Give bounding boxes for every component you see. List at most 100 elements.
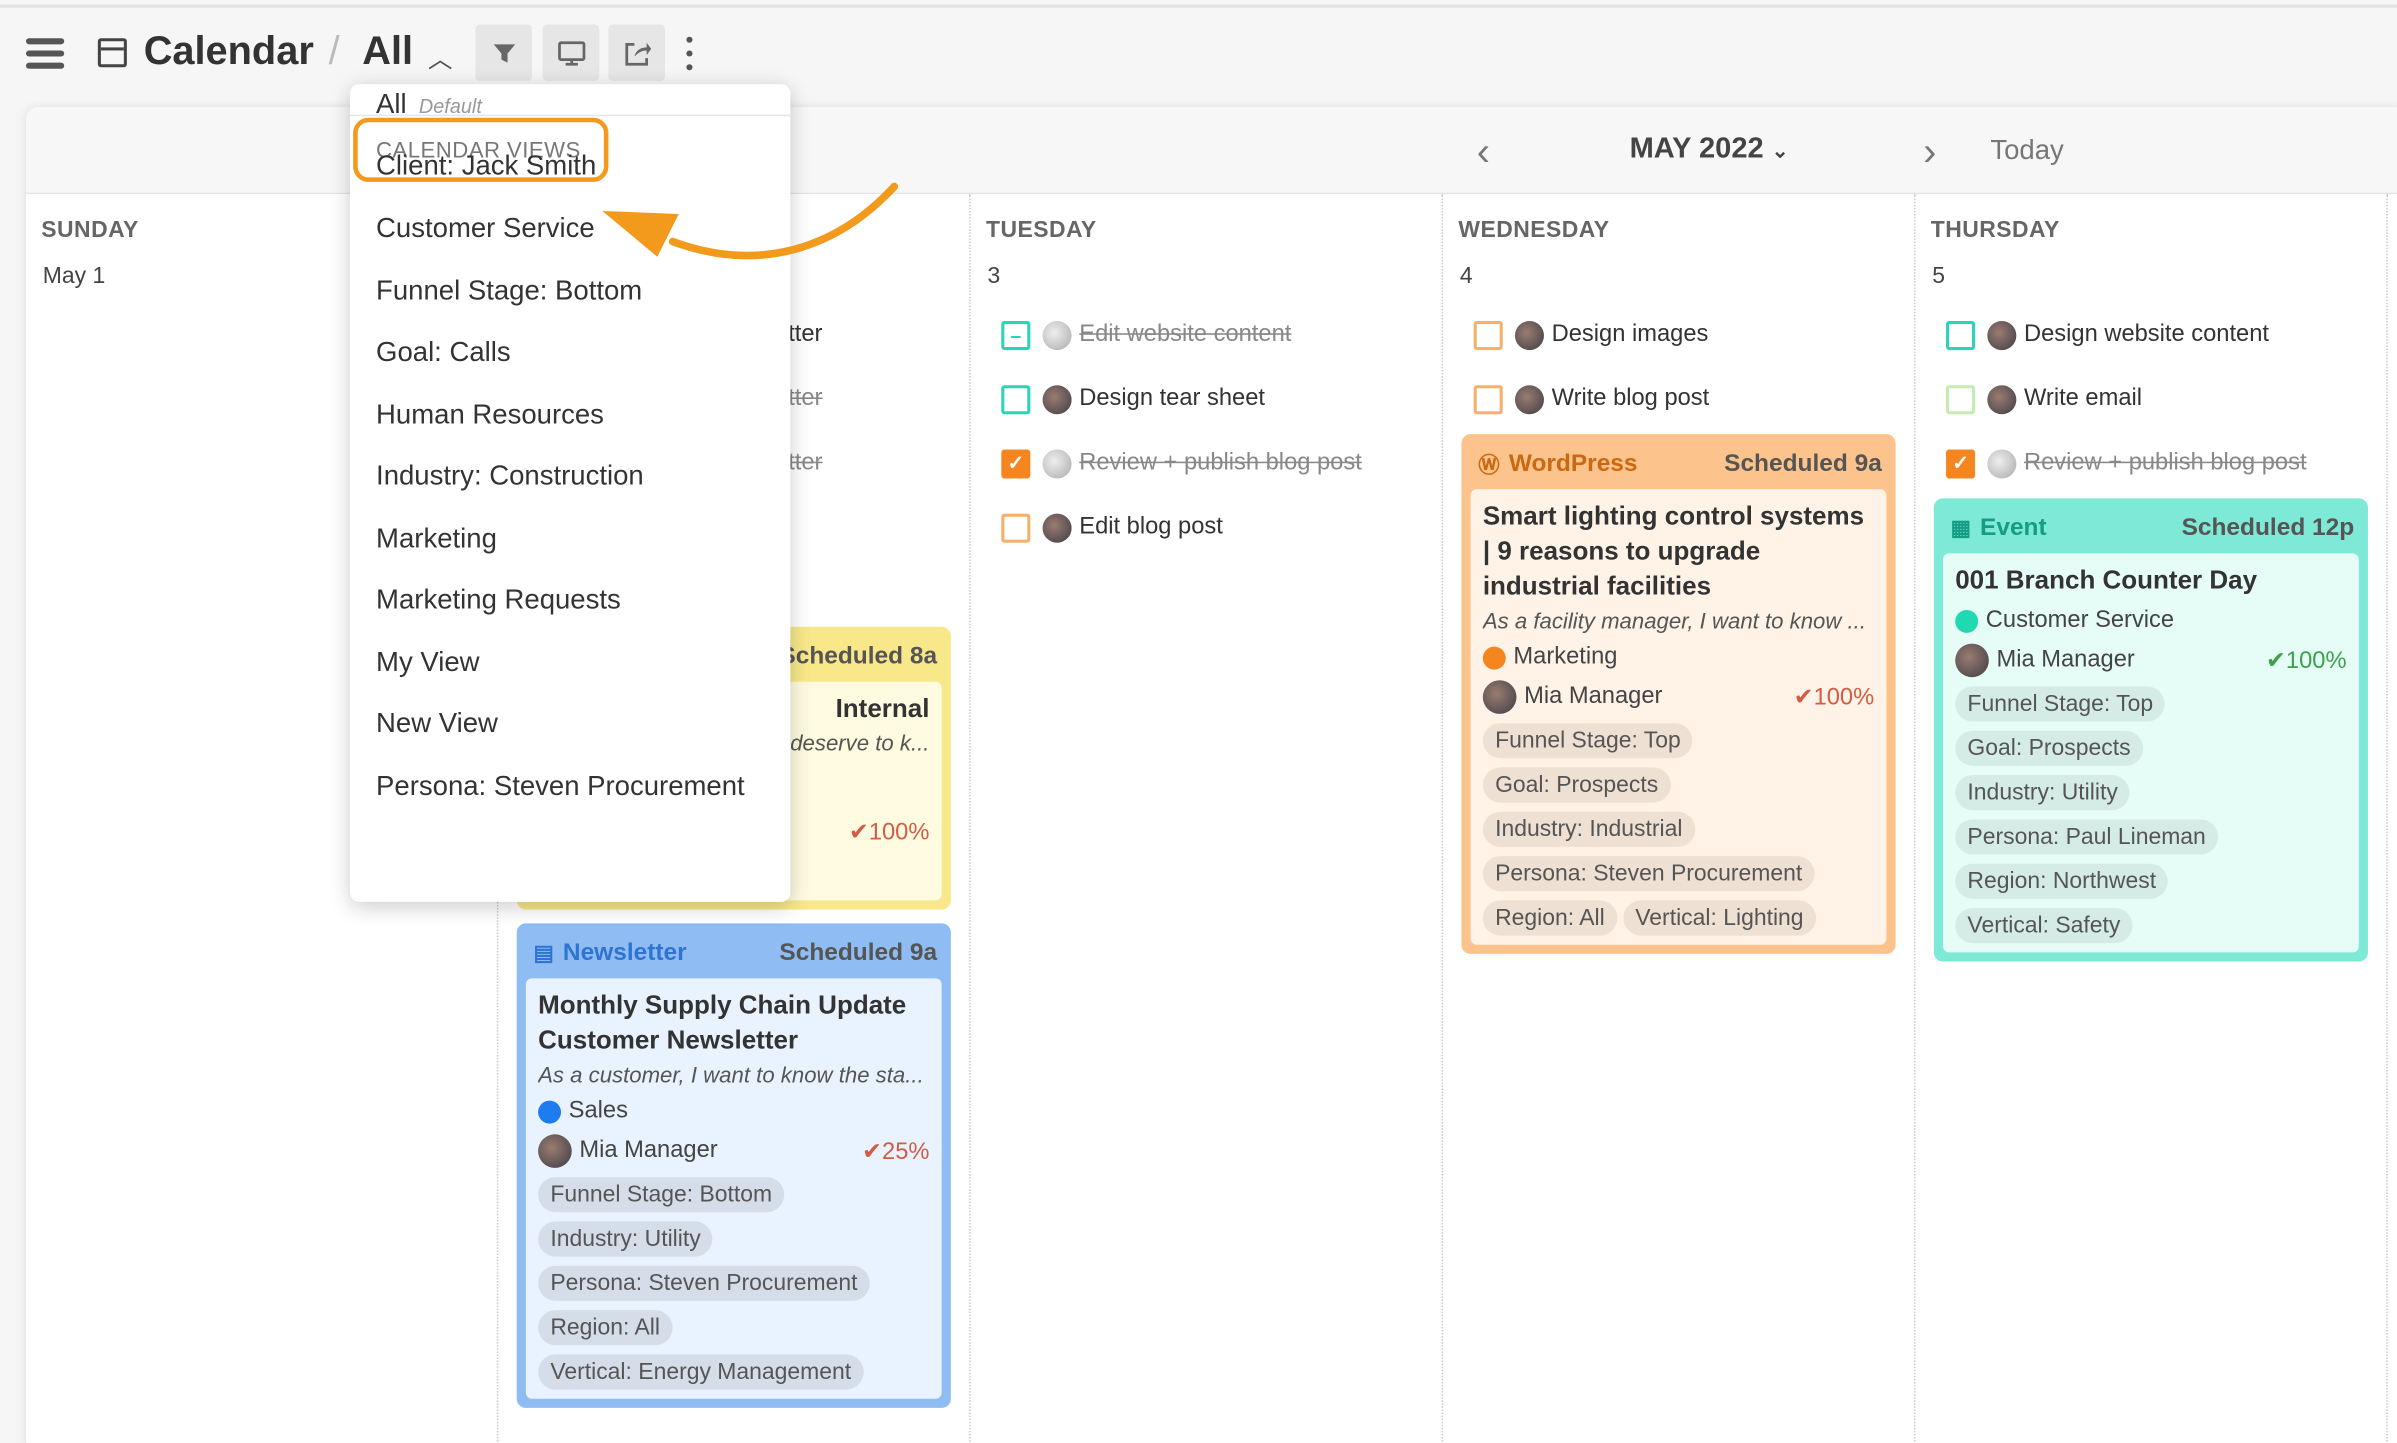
task-checkbox[interactable] <box>1473 384 1503 414</box>
tag[interactable]: Funnel Stage: Bottom <box>538 1177 785 1213</box>
progress: ✔100% <box>849 818 929 847</box>
task-item[interactable]: tter <box>788 446 822 480</box>
filter-button[interactable] <box>475 24 532 82</box>
event-card[interactable]: ▦ Event Scheduled 12p 001 Branch Counter Da… <box>1933 498 2368 962</box>
card-title[interactable]: Smart lighting control systems | 9 reaso… <box>1483 498 1874 603</box>
task-label: Write email <box>2023 385 2143 412</box>
dropdown-item[interactable]: Customer Service <box>376 212 595 244</box>
tag[interactable]: Region: Northwest <box>1955 863 2169 899</box>
chevron-up-icon[interactable]: ︿ <box>428 38 452 75</box>
next-month-button[interactable]: › <box>1923 128 1936 175</box>
day-date: May 1 <box>42 262 106 289</box>
today-button[interactable]: Today <box>1990 135 2063 167</box>
avatar <box>1514 384 1544 414</box>
tag[interactable]: Region: All <box>1482 900 1617 936</box>
task-checkbox[interactable]: – <box>1001 320 1031 350</box>
task-item[interactable]: Write blog post <box>1473 382 1709 416</box>
card-type: Ⓦ WordPress <box>1478 449 1637 480</box>
dropdown-item[interactable]: Goal: Calls <box>376 336 511 368</box>
share-button[interactable] <box>608 24 665 82</box>
tag[interactable]: Funnel Stage: Top <box>1482 723 1694 759</box>
day-name: THURSDAY <box>1930 217 2060 244</box>
task-label: Design website content <box>2023 321 2269 348</box>
dropdown-item[interactable]: Persona: Steven Procurement <box>376 770 745 802</box>
tag[interactable]: Persona: Steven Procurement <box>1482 856 1815 892</box>
prev-month-button[interactable]: ‹ <box>1477 128 1490 175</box>
day-date: 4 <box>1459 262 1473 289</box>
calendar-app: Calendar / All ︿ ‹ MAY 2022 ⌄ › Today SU… <box>0 0 2397 1443</box>
task-item[interactable]: Design tear sheet <box>1001 382 1265 416</box>
wordpress-card[interactable]: Ⓦ WordPress Scheduled 9a Smart lighting con… <box>1461 434 1896 954</box>
newsletter-card[interactable]: ▤ Newsletter Scheduled 9a Monthly Supply Ch… <box>516 923 951 1408</box>
card-body: 001 Branch Counter Day Customer Service Mi… <box>1942 553 2359 953</box>
tag[interactable]: Industry: Utility <box>1955 775 2131 811</box>
task-checkbox[interactable] <box>1946 384 1976 414</box>
menu-icon[interactable] <box>25 38 65 69</box>
progress-value: 25% <box>882 1138 930 1165</box>
dropdown-item[interactable]: Human Resources <box>376 399 604 431</box>
task-item[interactable]: Design images <box>1473 318 1708 352</box>
task-checkbox[interactable]: ✓ <box>1946 448 1976 478</box>
avatar <box>1987 448 2017 478</box>
card-title[interactable]: Monthly Supply Chain Update Customer New… <box>538 988 929 1058</box>
task-item[interactable]: Edit blog post <box>1001 511 1223 545</box>
owner-name: Mia Manager <box>1524 683 1663 710</box>
card-team: Customer Service <box>1955 607 2346 635</box>
task-item[interactable]: ✓ Review + publish blog post <box>1946 446 2307 480</box>
task-checkbox[interactable] <box>1001 512 1031 542</box>
monitor-icon <box>557 40 585 65</box>
tag[interactable]: Vertical: Lighting <box>1623 900 1816 936</box>
task-checkbox[interactable]: ✓ <box>1001 448 1031 478</box>
task-item[interactable]: – Edit website content <box>1001 318 1291 352</box>
task-checkbox[interactable] <box>1001 384 1031 414</box>
day-date: 5 <box>1932 262 1946 289</box>
tag[interactable]: Persona: Steven Procurement <box>538 1265 870 1301</box>
dropdown-item[interactable]: All Default <box>376 89 482 121</box>
card-scheduled: Scheduled 12p <box>2181 514 2355 541</box>
task-label: Review + publish blog post <box>2023 449 2307 476</box>
dropdown-item[interactable]: Client: Jack Smith <box>376 150 596 182</box>
page-title[interactable]: Calendar <box>144 28 314 75</box>
check-icon: ✔ <box>1793 684 1814 711</box>
task-item[interactable]: ✓ Review + publish blog post <box>1001 446 1362 480</box>
tag[interactable]: Goal: Prospects <box>1955 730 2143 766</box>
tag[interactable]: Vertical: Safety <box>1955 908 2133 944</box>
progress-value: 100% <box>2285 647 2347 674</box>
task-checkbox[interactable] <box>1946 320 1976 350</box>
more-vertical-icon[interactable] <box>683 36 695 71</box>
day-column: TUESDAY 3 – Edit website content Design tear… <box>971 194 1444 1443</box>
card-tags: Funnel Stage: Top Goal: Prospects Industry… <box>1955 677 2346 944</box>
tag[interactable]: Goal: Prospects <box>1482 767 1671 803</box>
day-name: TUESDAY <box>986 217 1097 244</box>
card-type-label: WordPress <box>1508 450 1638 477</box>
card-scheduled: Scheduled 9a <box>1724 450 1882 477</box>
dropdown-item[interactable]: Marketing <box>376 523 497 555</box>
card-body: Monthly Supply Chain Update Customer New… <box>525 978 942 1399</box>
current-view[interactable]: All <box>362 28 413 75</box>
tag[interactable]: Funnel Stage: Top <box>1955 686 2166 722</box>
dropdown-item[interactable]: My View <box>376 647 479 679</box>
annotation-arrow-icon <box>602 182 899 260</box>
task-label: tter <box>788 449 823 476</box>
tag[interactable]: Industry: Utility <box>538 1221 713 1257</box>
dropdown-item-label: My View <box>376 646 480 678</box>
tag[interactable]: Region: All <box>538 1310 673 1346</box>
month-selector[interactable]: MAY 2022 ⌄ <box>1630 133 1789 167</box>
task-item[interactable]: tter <box>788 318 822 352</box>
tag[interactable]: Vertical: Energy Management <box>538 1354 864 1390</box>
avatar <box>1514 320 1544 350</box>
task-item[interactable]: Write email <box>1946 382 2142 416</box>
dropdown-item[interactable]: Industry: Construction <box>376 460 644 492</box>
task-checkbox[interactable] <box>1473 320 1503 350</box>
tag[interactable]: Persona: Paul Lineman <box>1955 819 2219 855</box>
dropdown-item[interactable]: Marketing Requests <box>376 584 621 616</box>
card-header: ▦ Event Scheduled 12p <box>1938 503 2363 553</box>
card-scheduled: Scheduled 8a <box>779 642 938 669</box>
card-title[interactable]: 001 Branch Counter Day <box>1955 563 2346 598</box>
avatar <box>538 1134 572 1168</box>
card-scheduled: Scheduled 9a <box>779 939 938 966</box>
tag[interactable]: Industry: Industrial <box>1482 811 1695 847</box>
task-item[interactable]: Design website content <box>1946 318 2269 352</box>
present-button[interactable] <box>542 24 600 82</box>
dropdown-item[interactable]: New View <box>376 708 498 740</box>
